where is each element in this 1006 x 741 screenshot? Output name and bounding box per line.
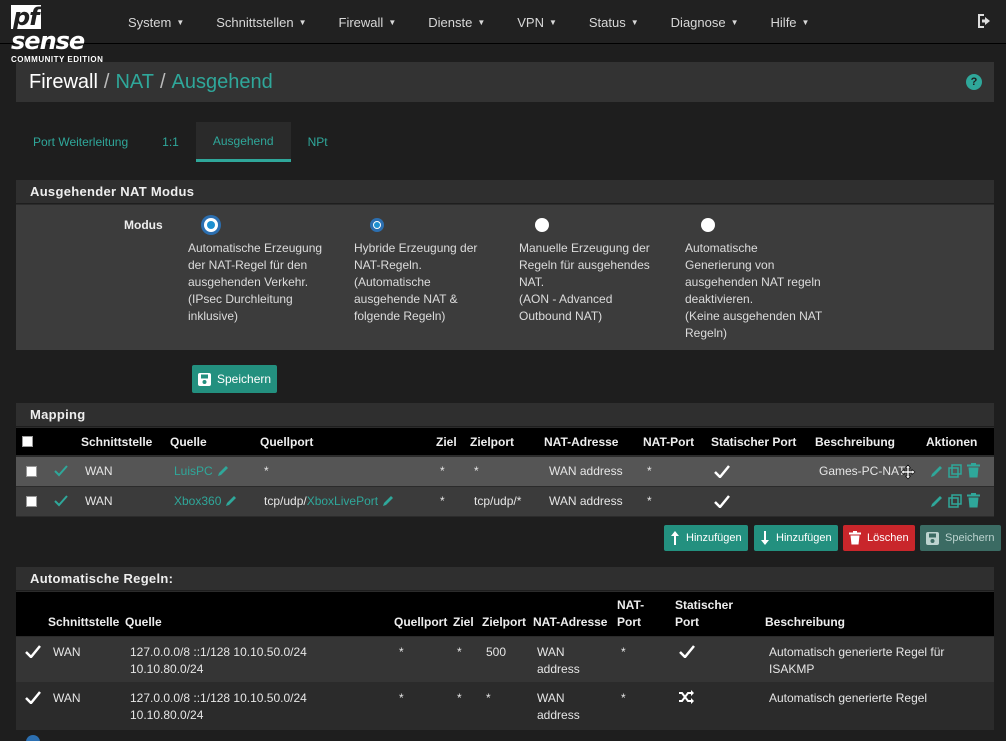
row-checkbox[interactable] <box>26 496 37 507</box>
tab-1-1[interactable]: 1:1 <box>145 122 196 162</box>
mode-option-manual: Manuelle Erzeugung der Regeln für ausgeh… <box>519 218 669 325</box>
mode-option-disabled: Automatische Generierung von ausgehenden… <box>685 218 835 342</box>
move-cursor-icon <box>900 464 916 480</box>
menu-diagnose[interactable]: Diagnose ▼ <box>655 0 755 44</box>
source-alias-link[interactable]: Xbox360 <box>174 494 221 508</box>
floppy-icon <box>198 372 211 386</box>
table-row[interactable]: WAN LuisPC * * * WAN address * Games-PC-… <box>16 457 994 486</box>
arrow-down-icon <box>761 531 769 545</box>
menu-hilfe[interactable]: Hilfe ▼ <box>755 0 826 44</box>
mapping-table-header: Schnittstelle Quelle Quellport Ziel Ziel… <box>16 428 994 455</box>
save-mode-button[interactable]: Speichern <box>192 365 278 393</box>
check-icon <box>714 465 730 478</box>
src-port-alias-link[interactable]: XboxLivePort <box>307 494 378 508</box>
pfsense-logo[interactable]: pfsense COMMUNITY EDITION <box>11 5 105 64</box>
logout-icon[interactable] <box>976 12 994 30</box>
mapping-panel: Mapping Schnittstelle Quelle Quellport Z… <box>16 403 994 517</box>
trash-icon[interactable] <box>967 493 980 508</box>
help-icon[interactable]: ? <box>966 74 982 90</box>
mode-option-hybrid: Hybride Erzeugung der NAT-Regeln. (Autom… <box>354 218 504 325</box>
select-all-checkbox[interactable] <box>22 436 33 447</box>
radio-hybrid[interactable] <box>370 218 384 232</box>
caret-down-icon: ▼ <box>298 17 307 27</box>
check-icon <box>679 645 695 658</box>
caret-down-icon: ▼ <box>548 17 557 27</box>
caret-down-icon: ▼ <box>176 17 185 27</box>
breadcrumb: Firewall / NAT / Ausgehend <box>29 70 273 93</box>
check-icon <box>714 495 730 508</box>
nat-tabs: Port Weiterleitung 1:1 Ausgehend NPt <box>16 122 345 162</box>
trash-icon <box>849 531 861 545</box>
caret-down-icon: ▼ <box>388 17 397 27</box>
trash-icon[interactable] <box>967 463 980 478</box>
breadcrumb-panel: Firewall / NAT / Ausgehend ? <box>16 62 994 102</box>
menu-schnittstellen[interactable]: Schnittstellen ▼ <box>200 0 322 44</box>
tab-npt[interactable]: NPt <box>291 122 345 162</box>
top-navbar: pfsense COMMUNITY EDITION System ▼ Schnit… <box>0 0 1006 64</box>
menu-vpn[interactable]: VPN ▼ <box>501 0 573 44</box>
menu-system[interactable]: System ▼ <box>112 0 200 44</box>
floppy-icon <box>926 531 939 545</box>
breadcrumb-nat[interactable]: NAT <box>115 71 154 93</box>
main-menu: System ▼ Schnittstellen ▼ Firewall ▼ Dienst… <box>112 0 825 44</box>
tab-ausgehend[interactable]: Ausgehend <box>195 122 291 162</box>
enabled-check-icon <box>54 495 68 507</box>
shuffle-icon <box>679 690 694 704</box>
caret-down-icon: ▼ <box>630 17 639 27</box>
info-icon[interactable] <box>26 735 40 741</box>
radio-automatic[interactable] <box>204 218 218 232</box>
add-top-button[interactable]: Hinzufügen <box>664 525 748 551</box>
pencil-icon[interactable] <box>225 494 238 507</box>
panel-title: Mapping <box>16 403 994 427</box>
arrow-up-icon <box>671 531 679 545</box>
table-row[interactable]: WAN Xbox360 tcp/udp/XboxLivePort * tcp/u… <box>16 487 994 516</box>
add-bottom-button[interactable]: Hinzufügen <box>754 525 838 551</box>
caret-down-icon: ▼ <box>801 17 810 27</box>
copy-icon[interactable] <box>948 464 962 478</box>
mode-label: Modus <box>124 218 163 232</box>
tab-port-weiterleitung[interactable]: Port Weiterleitung <box>16 122 145 162</box>
save-mapping-button[interactable]: Speichern <box>920 525 1001 551</box>
source-alias-link[interactable]: LuisPC <box>174 464 213 478</box>
breadcrumb-ausgehend[interactable]: Ausgehend <box>172 71 273 93</box>
mode-option-automatic: Automatische Erzeugung der NAT-Regel für… <box>188 218 338 325</box>
radio-manual[interactable] <box>535 218 549 232</box>
outbound-nat-mode-panel: Ausgehender NAT Modus Modus Automatische… <box>16 180 994 350</box>
copy-icon[interactable] <box>948 494 962 508</box>
menu-status[interactable]: Status ▼ <box>573 0 655 44</box>
caret-down-icon: ▼ <box>477 17 486 27</box>
check-icon <box>25 645 41 658</box>
table-row: WAN 127.0.0.0/8 ::1/128 10.10.50.0/24 10.… <box>16 683 994 728</box>
edit-icon[interactable] <box>930 464 944 478</box>
edit-icon[interactable] <box>930 494 944 508</box>
auto-rules-table-header: Schnittstelle Quelle Quellport Ziel Ziel… <box>16 592 994 636</box>
menu-dienste[interactable]: Dienste ▼ <box>412 0 501 44</box>
pencil-icon[interactable] <box>217 464 230 477</box>
delete-button[interactable]: Löschen <box>843 525 915 551</box>
pencil-icon[interactable] <box>382 494 395 507</box>
row-checkbox[interactable] <box>26 466 37 477</box>
enabled-check-icon <box>54 465 68 477</box>
check-icon <box>25 691 41 704</box>
radio-disabled[interactable] <box>701 218 715 232</box>
menu-firewall[interactable]: Firewall ▼ <box>323 0 413 44</box>
automatic-rules-panel: Automatische Regeln: Schnittstelle Quell… <box>16 567 994 730</box>
panel-title: Automatische Regeln: <box>16 567 994 591</box>
breadcrumb-firewall: Firewall <box>29 70 98 93</box>
caret-down-icon: ▼ <box>730 17 739 27</box>
table-row: WAN 127.0.0.0/8 ::1/128 10.10.50.0/24 10.… <box>16 637 994 682</box>
panel-title: Ausgehender NAT Modus <box>16 180 994 204</box>
